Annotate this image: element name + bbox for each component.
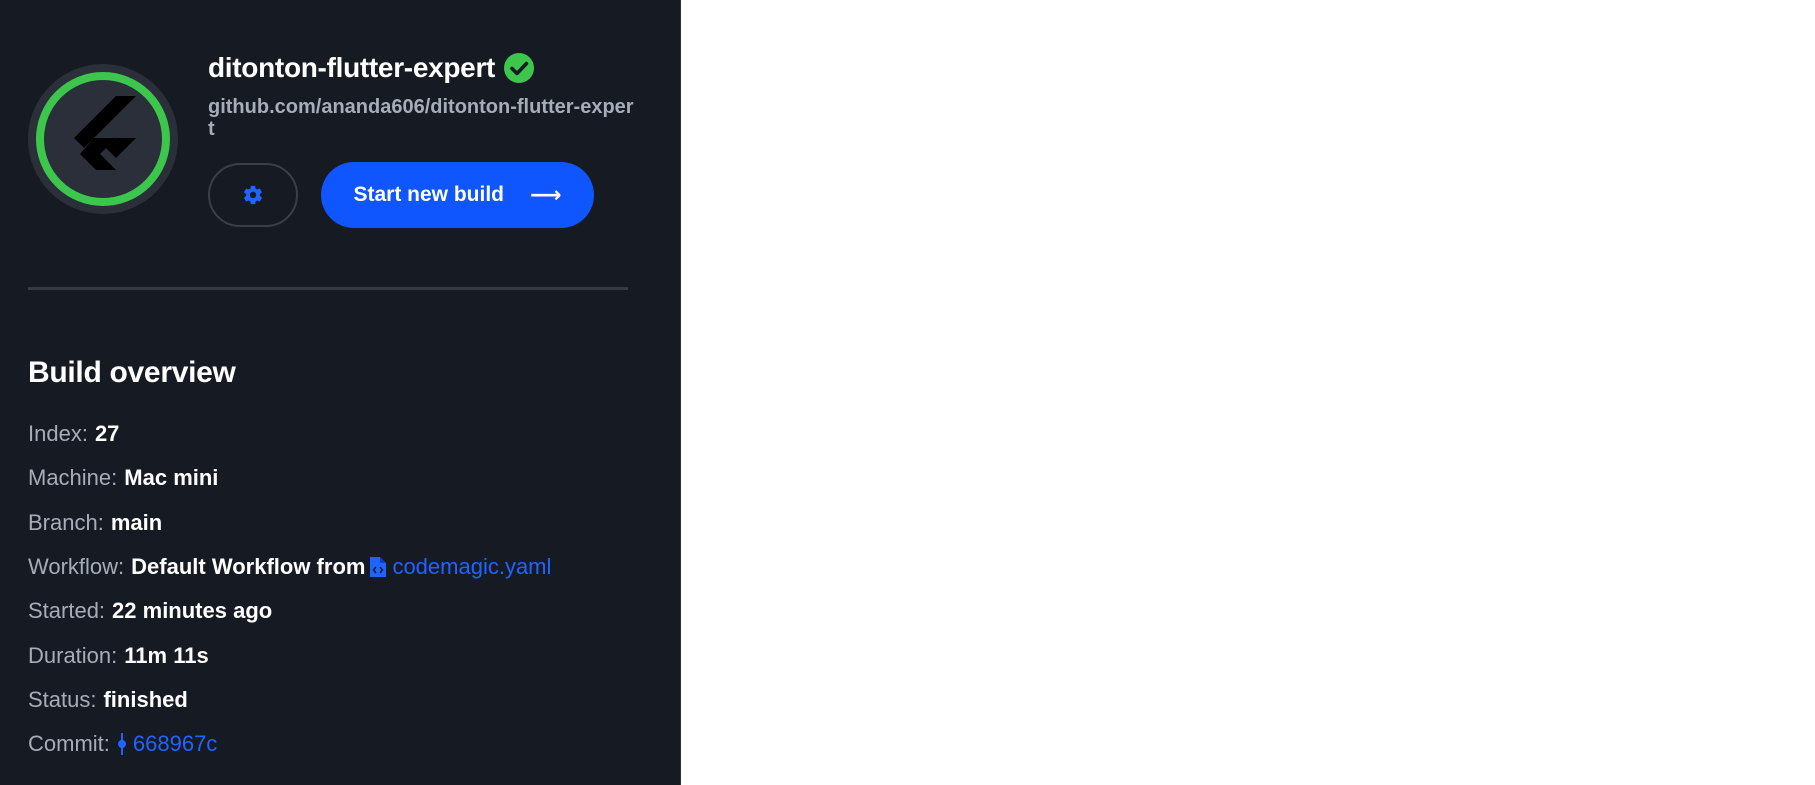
build-info-list: Index: 27 Machine: Mac mini Branch: main… bbox=[28, 412, 551, 766]
title-row: ditonton-flutter-expert bbox=[208, 48, 535, 88]
start-new-build-button[interactable]: Start new build ⟶ bbox=[321, 162, 594, 228]
arrow-right-icon: ⟶ bbox=[529, 182, 562, 207]
commit-row: Commit: 668967c bbox=[28, 722, 551, 766]
index-value: 27 bbox=[94, 421, 120, 447]
duration-value: 11m 11s bbox=[124, 642, 209, 668]
machine-label: Machine: bbox=[28, 465, 118, 491]
section-divider bbox=[28, 287, 628, 290]
workflow-file-link[interactable]: codemagic.yaml bbox=[392, 554, 551, 580]
workflow-row: Workflow: Default Workflow from codemagi… bbox=[28, 545, 551, 589]
workflow-value: Default Workflow from bbox=[131, 554, 366, 580]
code-file-icon bbox=[370, 557, 387, 578]
settings-button[interactable] bbox=[208, 163, 298, 227]
status-value: finished bbox=[103, 686, 188, 712]
commit-label: Commit: bbox=[28, 731, 110, 757]
machine-value: Mac mini bbox=[124, 465, 219, 491]
build-overview-heading: Build overview bbox=[28, 356, 236, 389]
start-build-label: Start new build bbox=[353, 183, 504, 206]
status-row: Status: finished bbox=[28, 678, 551, 722]
started-label: Started: bbox=[28, 598, 106, 624]
repository-url[interactable]: github.com/ananda606/ditonton-flutter-ex… bbox=[208, 96, 638, 140]
index-row: Index: 27 bbox=[28, 412, 551, 456]
check-circle-icon bbox=[504, 53, 535, 83]
duration-label: Duration: bbox=[28, 642, 118, 668]
git-commit-icon bbox=[117, 733, 126, 756]
app-title: ditonton-flutter-expert bbox=[208, 52, 496, 83]
started-value: 22 minutes ago bbox=[112, 598, 273, 624]
build-sidebar: ditonton-flutter-expert github.com/anand… bbox=[0, 0, 681, 785]
branch-row: Branch: main bbox=[28, 501, 551, 545]
started-row: Started: 22 minutes ago bbox=[28, 589, 551, 633]
main-content-area bbox=[681, 0, 1815, 785]
branch-label: Branch: bbox=[28, 509, 104, 535]
app-avatar bbox=[28, 64, 178, 214]
status-label: Status: bbox=[28, 686, 97, 712]
branch-value: main bbox=[110, 509, 163, 535]
duration-row: Duration: 11m 11s bbox=[28, 633, 551, 677]
machine-row: Machine: Mac mini bbox=[28, 456, 551, 500]
commit-hash-link[interactable]: 668967c bbox=[133, 731, 217, 757]
flutter-logo-icon bbox=[74, 96, 136, 170]
gear-icon bbox=[244, 185, 262, 205]
index-label: Index: bbox=[28, 421, 88, 447]
workflow-label: Workflow: bbox=[28, 554, 125, 580]
